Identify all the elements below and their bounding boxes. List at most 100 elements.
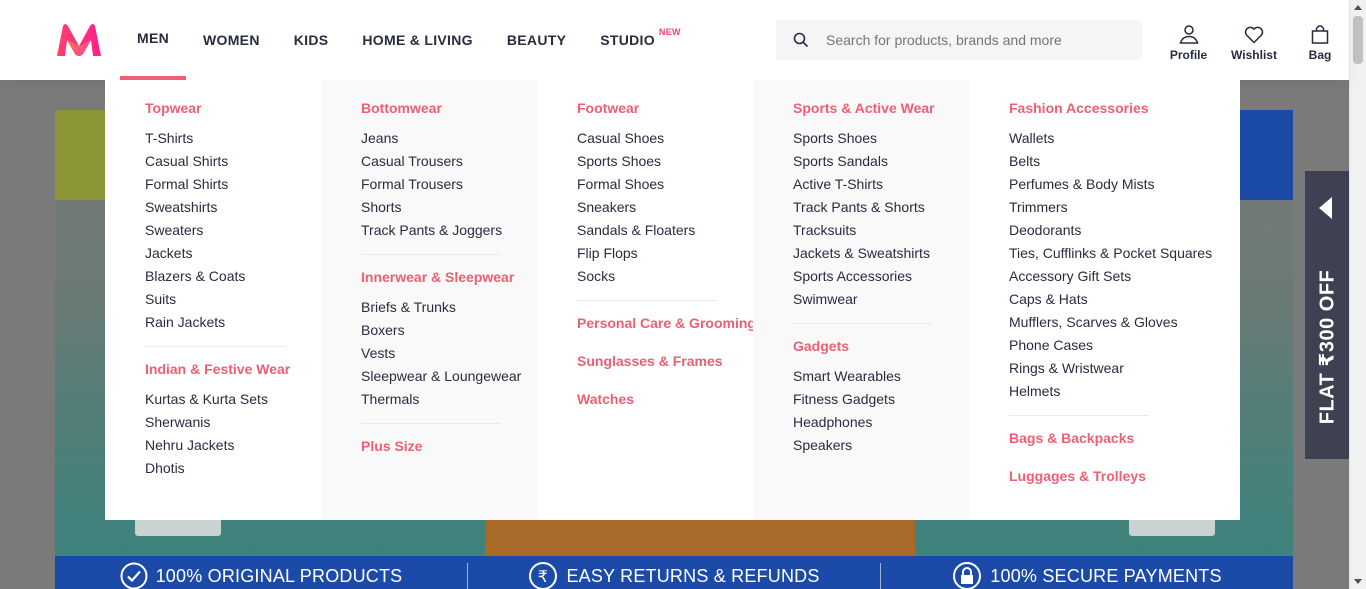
category-fashion-accessories[interactable]: Fashion Accessories: [1009, 100, 1200, 116]
submenu-item[interactable]: Perfumes & Body Mists: [1009, 173, 1200, 196]
category-indian-festive[interactable]: Indian & Festive Wear: [145, 361, 290, 377]
submenu-item[interactable]: Sports Sandals: [793, 150, 929, 173]
submenu-item[interactable]: Headphones: [793, 411, 929, 434]
scrollbar-thumb[interactable]: [1353, 16, 1363, 64]
category-topwear[interactable]: Topwear: [145, 100, 281, 116]
nav-home-living[interactable]: HOME & LIVING: [345, 0, 489, 80]
submenu-item[interactable]: Wallets: [1009, 127, 1200, 150]
sports-list: Sports Shoes Sports Sandals Active T-Shirt…: [793, 127, 930, 311]
submenu-item[interactable]: Sweatshirts: [145, 196, 281, 219]
submenu-item[interactable]: Sleepwear & Loungewear: [361, 365, 521, 388]
submenu-item[interactable]: Ties, Cufflinks & Pocket Squares: [1009, 242, 1212, 265]
nav-kids[interactable]: KIDS: [277, 0, 346, 80]
category-sports-active[interactable]: Sports & Active Wear: [793, 100, 935, 116]
search-input[interactable]: [826, 32, 1126, 48]
submenu-item[interactable]: Flip Flops: [577, 242, 713, 265]
submenu-item[interactable]: Rain Jackets: [145, 311, 281, 334]
submenu-item[interactable]: Formal Trousers: [361, 173, 497, 196]
category-plus-size[interactable]: Plus Size: [361, 438, 497, 454]
nav-studio[interactable]: STUDIO NEW: [583, 0, 698, 80]
gadgets-list: Smart Wearables Fitness Gadgets Headphones…: [793, 365, 929, 457]
flat-offer-tab[interactable]: FLAT ₹300 OFF: [1305, 171, 1349, 459]
submenu-item[interactable]: Thermals: [361, 388, 497, 411]
header-actions: Profile Wishlist Bag: [1160, 24, 1340, 62]
site-header: MEN WOMEN KIDS HOME & LIVING BEAUTY STUD…: [0, 0, 1349, 80]
trust-item-secure: 100% SECURE PAYMENTS: [880, 562, 1293, 589]
search-icon[interactable]: [776, 20, 826, 60]
nav-beauty[interactable]: BEAUTY: [490, 0, 583, 80]
submenu-item[interactable]: Fitness Gadgets: [793, 388, 929, 411]
page-scrollbar[interactable]: [1349, 0, 1366, 589]
submenu-item[interactable]: Casual Shoes: [577, 127, 713, 150]
nav-label: WOMEN: [203, 32, 260, 48]
submenu-item[interactable]: Shorts: [361, 196, 497, 219]
submenu-item[interactable]: Track Pants & Joggers: [361, 219, 502, 242]
menu-column: Footwear Casual Shoes Sports Shoes Formal …: [537, 80, 756, 520]
submenu-item[interactable]: T-Shirts: [145, 127, 281, 150]
category-watches[interactable]: Watches: [577, 391, 713, 407]
submenu-item[interactable]: Dhotis: [145, 457, 281, 480]
search-bar[interactable]: [776, 20, 1142, 60]
category-sunglasses[interactable]: Sunglasses & Frames: [577, 353, 723, 369]
mega-menu-men: Topwear T-Shirts Casual Shirts Formal Shir…: [105, 80, 1240, 520]
category-innerwear[interactable]: Innerwear & Sleepwear: [361, 269, 514, 285]
submenu-item[interactable]: Phone Cases: [1009, 334, 1200, 357]
submenu-item[interactable]: Kurtas & Kurta Sets: [145, 388, 281, 411]
submenu-item[interactable]: Formal Shoes: [577, 173, 713, 196]
submenu-item[interactable]: Speakers: [793, 434, 929, 457]
submenu-item[interactable]: Formal Shirts: [145, 173, 281, 196]
submenu-item[interactable]: Accessory Gift Sets: [1009, 265, 1200, 288]
profile-button[interactable]: Profile: [1160, 24, 1217, 62]
submenu-item[interactable]: Mufflers, Scarves & Gloves: [1009, 311, 1200, 334]
category-footwear[interactable]: Footwear: [577, 100, 713, 116]
submenu-item[interactable]: Belts: [1009, 150, 1200, 173]
submenu-item[interactable]: Sweaters: [145, 219, 281, 242]
submenu-item[interactable]: Boxers: [361, 319, 497, 342]
submenu-item[interactable]: Nehru Jackets: [145, 434, 281, 457]
submenu-item[interactable]: Blazers & Coats: [145, 265, 281, 288]
bag-button[interactable]: Bag: [1300, 24, 1340, 62]
submenu-item[interactable]: Track Pants & Shorts: [793, 196, 929, 219]
scroll-up-arrow[interactable]: [1354, 5, 1362, 10]
bag-icon: [1311, 24, 1329, 44]
submenu-item[interactable]: Deodorants: [1009, 219, 1200, 242]
trust-label: 100% SECURE PAYMENTS: [990, 565, 1222, 586]
submenu-item[interactable]: Trimmers: [1009, 196, 1200, 219]
submenu-item[interactable]: Suits: [145, 288, 281, 311]
submenu-item[interactable]: Jackets: [145, 242, 281, 265]
nav-label: HOME & LIVING: [362, 32, 473, 48]
submenu-item[interactable]: Jackets & Sweatshirts: [793, 242, 930, 265]
submenu-item[interactable]: Sports Shoes: [793, 127, 929, 150]
submenu-item[interactable]: Sandals & Floaters: [577, 219, 713, 242]
submenu-item[interactable]: Sneakers: [577, 196, 713, 219]
submenu-item[interactable]: Jeans: [361, 127, 497, 150]
offer-label: FLAT ₹300 OFF: [1316, 269, 1339, 425]
submenu-item[interactable]: Casual Trousers: [361, 150, 497, 173]
nav-label: BEAUTY: [506, 32, 567, 48]
submenu-item[interactable]: Sports Accessories: [793, 265, 929, 288]
submenu-item[interactable]: Casual Shirts: [145, 150, 281, 173]
submenu-item[interactable]: Helmets: [1009, 380, 1200, 403]
category-personal-care[interactable]: Personal Care & Grooming: [577, 315, 756, 331]
category-gadgets[interactable]: Gadgets: [793, 338, 929, 354]
submenu-item[interactable]: Smart Wearables: [793, 365, 929, 388]
submenu-item[interactable]: Sports Shoes: [577, 150, 713, 173]
category-bags[interactable]: Bags & Backpacks: [1009, 430, 1200, 446]
scroll-down-arrow[interactable]: [1354, 579, 1362, 584]
submenu-item[interactable]: Caps & Hats: [1009, 288, 1200, 311]
submenu-item[interactable]: Briefs & Trunks: [361, 296, 497, 319]
submenu-item[interactable]: Sherwanis: [145, 411, 281, 434]
submenu-item[interactable]: Swimwear: [793, 288, 929, 311]
nav-women[interactable]: WOMEN: [186, 0, 277, 80]
submenu-item[interactable]: Active T-Shirts: [793, 173, 929, 196]
nav-men[interactable]: MEN: [120, 0, 187, 80]
heart-icon: [1244, 24, 1264, 44]
submenu-item[interactable]: Tracksuits: [793, 219, 929, 242]
myntra-logo[interactable]: [55, 22, 103, 58]
submenu-item[interactable]: Socks: [577, 265, 713, 288]
submenu-item[interactable]: Rings & Wristwear: [1009, 357, 1200, 380]
category-bottomwear[interactable]: Bottomwear: [361, 100, 497, 116]
submenu-item[interactable]: Vests: [361, 342, 497, 365]
category-luggage[interactable]: Luggages & Trolleys: [1009, 468, 1200, 484]
wishlist-button[interactable]: Wishlist: [1220, 24, 1288, 62]
